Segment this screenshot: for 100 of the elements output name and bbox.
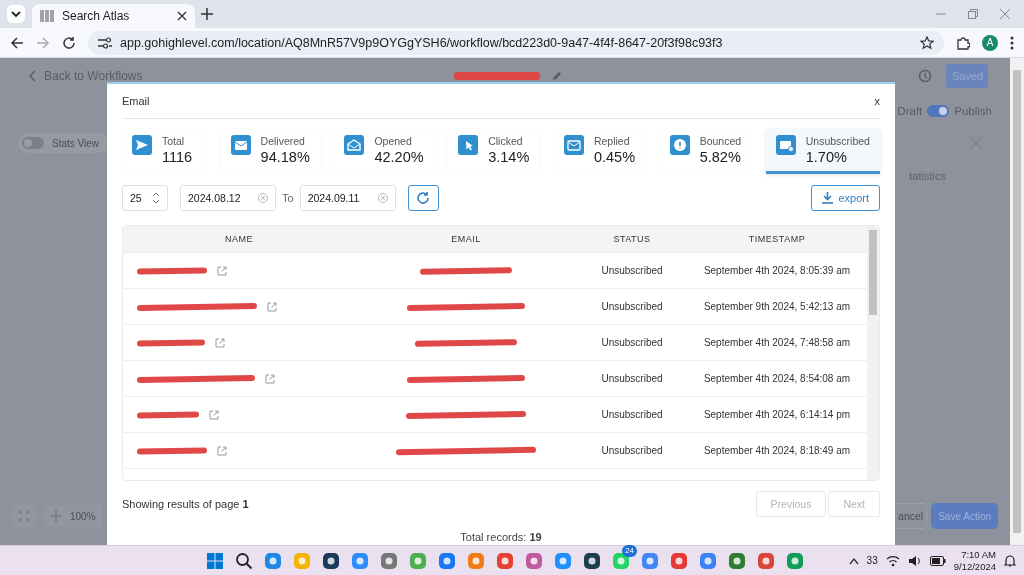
stat-card[interactable]: Clicked 3.14% [448,129,540,174]
browser-tab[interactable]: Search Atlas [32,4,195,28]
close-button[interactable]: x [874,95,880,107]
date-field[interactable]: 2024.08.12 [180,185,276,211]
more-icon[interactable] [1010,35,1014,50]
external-link-icon[interactable] [217,265,227,276]
stat-card[interactable]: Opened 42.20% [334,129,434,174]
table-cell-text: Unsubscribed [600,445,664,456]
close-icon[interactable] [177,11,187,21]
page-size-select[interactable]: 25 [122,185,168,211]
stat-value: 94.18% [260,149,310,165]
alert-icon [669,135,690,155]
search-icon[interactable] [234,550,254,571]
stat-card[interactable]: Unsubscribed 1.70% [765,129,880,174]
open-envelope-icon [344,135,365,155]
clear-icon [377,193,388,203]
scrollbar[interactable] [1010,58,1024,545]
stat-label: Opened [374,135,413,147]
stat-value: 0.45% [593,149,636,165]
external-link-icon[interactable] [267,301,277,312]
profile-avatar[interactable]: A [982,34,998,51]
stats-view-toggle[interactable] [22,137,44,149]
external-link-icon[interactable] [265,373,275,384]
toggle-label: Stats View [52,137,100,149]
star-icon[interactable] [920,35,934,50]
tray-number: 33 [866,555,878,566]
column-header: TIMESTAMP [747,234,807,244]
table-cell-text: Unsubscribed [600,409,664,420]
stat-value: 5.82% [699,149,742,165]
windows-icon[interactable] [205,550,225,571]
app-icon[interactable] [727,550,747,571]
stat-label: Unsubscribed [805,135,870,147]
redaction-mark [136,446,208,455]
stat-card[interactable]: Bounced 5.82% [659,129,752,174]
redaction-mark [136,266,208,275]
page-info: Showing results of page 1 [122,498,249,510]
table-cell-text: September 4th 2024, 8:05:39 am [702,265,852,276]
stat-label: Bounced [699,135,742,147]
stat-value: 3.14% [488,149,530,165]
download-icon [822,192,834,204]
range-label: To [282,192,294,204]
puzzle-icon[interactable] [956,35,970,50]
envelope-icon [230,135,251,155]
reload-icon[interactable] [62,35,76,50]
table-cell-text: Unsubscribed [600,373,664,384]
restore-icon[interactable] [968,9,978,19]
publish-toggle[interactable] [927,105,950,117]
table-cell-text: September 9th 2024, 5:42:13 am [702,301,852,312]
envelope-icon [775,135,796,155]
app-icon[interactable] [321,550,341,571]
redaction-mark [136,410,200,419]
back-icon[interactable] [10,35,24,50]
barcode-icon [40,9,54,23]
app-icon[interactable] [582,550,602,571]
stat-label: Clicked [488,135,524,147]
external-link-icon[interactable] [217,445,227,456]
table-cell-text: Unsubscribed [600,337,664,348]
fit-view-button[interactable] [12,505,36,527]
stat-label: Replied [593,135,631,147]
table-cell-text: September 4th 2024, 7:48:58 am [702,337,852,348]
column-header: STATUS [612,234,652,244]
refresh-icon [416,191,431,205]
spinner-icon [152,192,160,204]
stat-value: 1.70% [805,149,848,165]
clear-icon [258,193,268,203]
site-settings-icon[interactable] [98,36,112,49]
address-bar[interactable]: app.gohighlevel.com/location/AQ8MnR57V9p9OYGgYSH6/workflow/bcd223d0-9a47-4f4f-8647-20f3f98c93f3 [88,30,944,55]
external-link-icon[interactable] [209,409,219,420]
forward-icon[interactable] [36,35,50,50]
scrollbar[interactable] [867,226,879,480]
table-cell-text: September 4th 2024, 8:54:08 am [702,373,852,384]
tab-list-icon[interactable] [6,4,26,24]
bell-icon[interactable] [1004,554,1016,567]
chevron-up-icon[interactable] [848,556,859,565]
table-cell-text: Unsubscribed [600,265,664,276]
export-button[interactable]: export [811,185,880,211]
refresh-button[interactable] [407,185,439,211]
stat-label: Total [162,135,186,147]
stat-value: 42.20% [374,149,424,165]
column-header: EMAIL [450,234,482,244]
expand-icon [18,510,30,522]
zoom-level: 100% [70,510,96,522]
date-field[interactable]: 2024.09.11 [299,185,396,211]
stat-card[interactable]: Total 1116 [122,129,206,174]
total-records: Total records: 19 [459,531,543,543]
table-cell-text: September 4th 2024, 8:18:49 am [702,445,852,456]
history-icon[interactable] [918,69,932,83]
chevron-left-icon [28,70,36,82]
stat-card[interactable]: Delivered 94.18% [220,129,320,174]
new-tab-icon[interactable] [201,8,213,20]
column-header: NAME [224,234,254,244]
wifi-icon[interactable] [885,554,900,567]
external-link-icon[interactable] [215,337,225,348]
clock[interactable]: 7:10 AM 9/12/2024 [953,548,996,573]
cursor-icon [458,135,479,155]
battery-icon[interactable] [929,555,946,566]
stat-value: 1116 [162,149,193,165]
stat-card[interactable]: Replied 0.45% [553,129,646,174]
table-cell-text: September 4th 2024, 6:14:14 pm [702,409,852,420]
speaker-icon[interactable] [907,554,922,567]
